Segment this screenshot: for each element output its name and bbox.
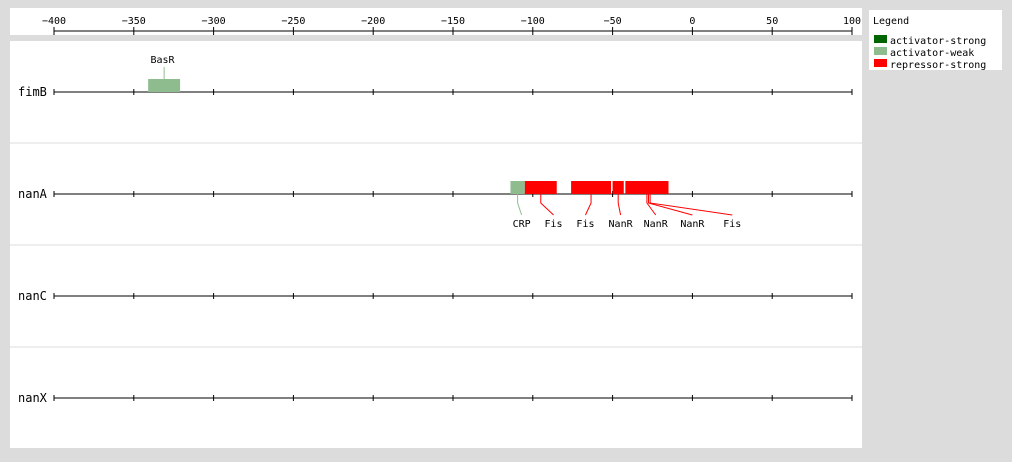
site-label: BasR xyxy=(150,55,175,66)
site-label: NanR xyxy=(609,219,634,230)
axis-tick-label: −250 xyxy=(281,16,305,27)
legend-label-activator-strong: activator-strong xyxy=(890,36,986,47)
legend-swatch-activator-weak xyxy=(874,47,887,55)
promoter-map-view: −400 −350 −300 −250 −200 −150 −100 −50 0 50 100 fi… xyxy=(0,0,1012,458)
binding-site-nanr[interactable] xyxy=(612,181,624,194)
axis-tick-label: −350 xyxy=(122,16,146,27)
binding-site-fis[interactable] xyxy=(524,181,557,194)
gene-name: nanC xyxy=(18,289,47,303)
site-label: NanR xyxy=(644,219,669,230)
binding-site-fis[interactable] xyxy=(571,181,612,194)
axis-tick-label: −100 xyxy=(521,16,545,27)
binding-site-crp[interactable] xyxy=(510,181,525,194)
site-label: Fis xyxy=(723,219,741,230)
promoter-map-canvas: −400 −350 −300 −250 −200 −150 −100 −50 0 50 100 fi… xyxy=(10,8,1002,448)
legend: Legend activator-strongactivator-weakrep… xyxy=(869,10,1002,71)
gene-name: nanA xyxy=(18,187,48,201)
gene-name: fimB xyxy=(18,85,47,99)
site-label: Fis xyxy=(545,219,563,230)
axis-tick-label: −150 xyxy=(441,16,465,27)
legend-title: Legend xyxy=(873,16,909,27)
binding-site-basr[interactable] xyxy=(148,79,181,92)
site-label: CRP xyxy=(513,219,531,230)
legend-label-activator-weak: activator-weak xyxy=(890,48,974,59)
legend-swatch-repressor-strong xyxy=(874,59,887,67)
axis-tick-label: −50 xyxy=(604,16,622,27)
legend-swatch-activator-strong xyxy=(874,35,887,43)
site-label: NanR xyxy=(680,219,705,230)
axis-tick-label: −200 xyxy=(361,16,385,27)
gene-name: nanX xyxy=(18,391,48,405)
axis-tick-label: 100 xyxy=(843,16,861,27)
binding-site-fis[interactable] xyxy=(631,181,669,194)
axis-tick-label: −300 xyxy=(202,16,226,27)
site-label: Fis xyxy=(576,219,594,230)
legend-label-repressor-strong: repressor-strong xyxy=(890,60,986,71)
axis-tick-label: 50 xyxy=(766,16,778,27)
axis-tick-label: 0 xyxy=(689,16,695,27)
axis-tick-label: −400 xyxy=(42,16,66,27)
